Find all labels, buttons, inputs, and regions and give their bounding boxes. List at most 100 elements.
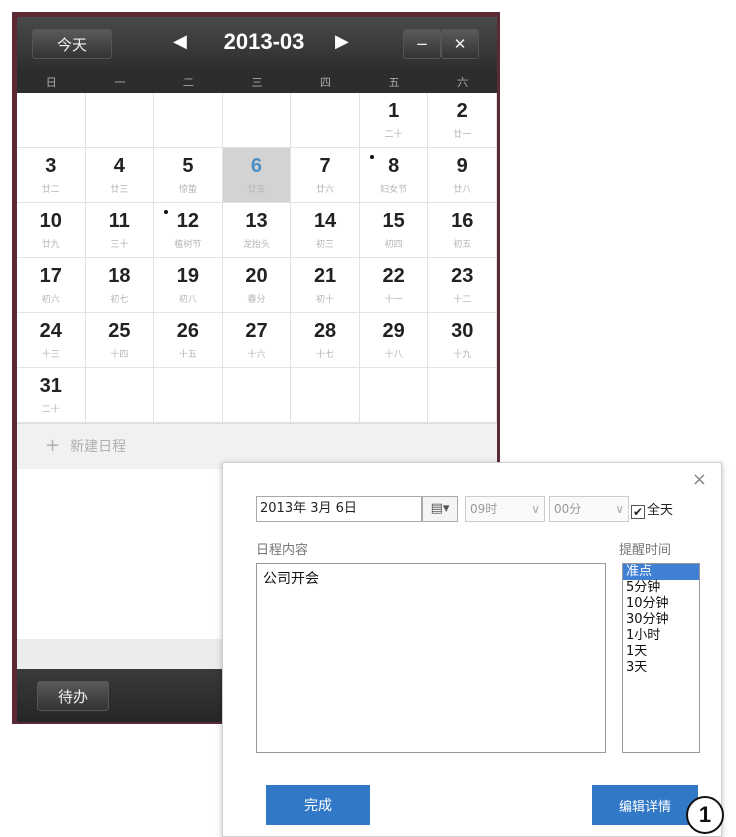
lunar-date: 龙抬头 xyxy=(242,240,270,250)
new-schedule-label: 新建日程 xyxy=(70,439,127,455)
weekday-label: 一 xyxy=(114,76,126,89)
day-cell[interactable]: 20 春分 xyxy=(222,258,292,313)
content-textarea[interactable]: 公司开会 xyxy=(256,563,606,753)
calendar-picker-icon[interactable]: ▤▾ xyxy=(422,496,458,522)
day-cell[interactable]: 6 廿五 xyxy=(222,148,292,203)
day-number: 14 xyxy=(313,210,337,232)
remind-option[interactable]: 3天 xyxy=(623,660,699,676)
day-cell[interactable]: 7 廿六 xyxy=(291,148,360,203)
next-month-icon[interactable]: ▶ xyxy=(335,31,349,52)
chevron-down-icon: ∨ xyxy=(615,502,624,516)
day-number: 23 xyxy=(451,265,474,287)
allday-checkbox[interactable]: ✔ 全天 xyxy=(631,499,673,519)
day-cell[interactable]: 9 廿八 xyxy=(428,148,497,203)
lunar-date: 二十 xyxy=(41,405,60,415)
day-cell[interactable]: 25 十四 xyxy=(85,313,155,368)
day-cell[interactable]: 28 十七 xyxy=(291,313,360,368)
day-cell[interactable]: 31 二十 xyxy=(17,368,86,423)
done-button[interactable]: 完成 xyxy=(266,785,370,825)
day-cell[interactable]: 3 廿二 xyxy=(17,148,86,203)
calendar-grid: 1 二十 2 廿一 3 廿二 4 廿三 5 惊蛰 6 廿五 7 廿六 8 妇女节 9 廿八 10 廿九 11 三十 12 植树… xyxy=(17,93,497,423)
day-cell[interactable]: 4 廿三 xyxy=(85,148,155,203)
day-cell[interactable]: 22 十一 xyxy=(359,258,429,313)
event-dot-icon xyxy=(369,155,374,159)
day-cell[interactable]: 12 植树节 xyxy=(154,203,223,258)
empty-day-cell xyxy=(17,93,86,148)
remind-option[interactable]: 1天 xyxy=(623,644,699,660)
day-cell[interactable]: 15 初四 xyxy=(359,203,429,258)
weekday-label: 日 xyxy=(45,76,57,89)
day-cell[interactable]: 16 初五 xyxy=(428,203,497,258)
remind-option[interactable]: 10分钟 xyxy=(623,596,699,612)
remind-option[interactable]: 30分钟 xyxy=(623,612,699,628)
day-number: 1 xyxy=(388,100,400,122)
empty-day-cell xyxy=(291,368,360,423)
day-cell[interactable]: 1 二十 xyxy=(359,93,429,148)
lunar-date: 十六 xyxy=(247,350,266,360)
edit-details-button[interactable]: 编辑详情 xyxy=(592,785,698,825)
content-label: 日程内容 xyxy=(256,543,309,558)
day-cell[interactable]: 10 廿九 xyxy=(17,203,86,258)
day-cell[interactable]: 23 十二 xyxy=(428,258,497,313)
close-button[interactable]: ✕ xyxy=(441,29,479,59)
chevron-down-icon: ∨ xyxy=(531,502,540,516)
lunar-date: 初五 xyxy=(453,240,472,250)
day-number: 5 xyxy=(182,155,194,177)
today-button[interactable]: 今天 xyxy=(32,29,112,59)
day-cell[interactable]: 11 三十 xyxy=(85,203,155,258)
lunar-date: 廿五 xyxy=(247,185,266,195)
day-cell[interactable]: 26 十五 xyxy=(154,313,223,368)
weekday-label: 三 xyxy=(251,76,263,89)
day-cell[interactable]: 27 十六 xyxy=(222,313,292,368)
empty-day-cell xyxy=(222,93,292,148)
day-number: 18 xyxy=(108,265,131,287)
dialog-close-icon[interactable]: × xyxy=(692,469,707,490)
weekday-label: 二 xyxy=(182,76,194,89)
lunar-date: 初七 xyxy=(110,295,129,305)
hour-select[interactable]: 09时 ∨ xyxy=(465,496,545,522)
empty-day-cell xyxy=(154,368,223,423)
minimize-button[interactable]: − xyxy=(403,29,441,59)
day-number: 19 xyxy=(176,265,200,287)
schedule-dialog: × 2013年 3月 6日 ▤▾ 09时 ∨ 00分 ∨ ✔ 全天 日程内容 提醒… xyxy=(222,462,722,837)
day-cell[interactable]: 18 初七 xyxy=(85,258,155,313)
day-cell[interactable]: 30 十九 xyxy=(428,313,497,368)
day-cell[interactable]: 19 初八 xyxy=(154,258,223,313)
todo-button[interactable]: 待办 xyxy=(37,681,109,711)
day-cell[interactable]: 2 廿一 xyxy=(428,93,497,148)
prev-month-icon[interactable]: ◀ xyxy=(173,31,187,52)
weekday-header: 日 一 二 三 四 五 六 xyxy=(17,73,497,93)
day-cell[interactable]: 13 龙抬头 xyxy=(222,203,292,258)
day-number: 26 xyxy=(176,320,200,342)
day-cell[interactable]: 24 十三 xyxy=(17,313,86,368)
checkbox-checked-icon[interactable]: ✔ xyxy=(631,505,645,519)
remind-option[interactable]: 准点 xyxy=(623,564,699,580)
day-number: 20 xyxy=(245,265,268,287)
remind-listbox[interactable]: 准点 5分钟 10分钟 30分钟 1小时 1天 3天 xyxy=(622,563,700,753)
day-cell[interactable]: 8 妇女节 xyxy=(359,148,429,203)
day-number: 30 xyxy=(451,320,474,342)
day-cell[interactable]: 5 惊蛰 xyxy=(154,148,223,203)
day-number: 24 xyxy=(39,320,62,342)
date-field[interactable]: 2013年 3月 6日 xyxy=(256,496,422,522)
day-cell[interactable]: 21 初十 xyxy=(291,258,360,313)
day-cell[interactable]: 14 初三 xyxy=(291,203,360,258)
lunar-date: 十一 xyxy=(384,295,403,305)
minute-select[interactable]: 00分 ∨ xyxy=(549,496,629,522)
empty-day-cell xyxy=(359,368,429,423)
day-cell[interactable]: 17 初六 xyxy=(17,258,86,313)
lunar-date: 植树节 xyxy=(174,240,202,250)
remind-option[interactable]: 1小时 xyxy=(623,628,699,644)
day-number: 4 xyxy=(113,155,125,177)
minute-value: 00分 xyxy=(554,502,582,516)
lunar-date: 廿六 xyxy=(316,185,335,195)
lunar-date: 廿一 xyxy=(453,130,472,140)
lunar-date: 十四 xyxy=(110,350,129,360)
remind-option[interactable]: 5分钟 xyxy=(623,580,699,596)
lunar-date: 十八 xyxy=(384,350,403,360)
day-number: 16 xyxy=(451,210,474,232)
day-cell[interactable]: 29 十八 xyxy=(359,313,429,368)
lunar-date: 妇女节 xyxy=(380,185,408,195)
day-number: 15 xyxy=(382,210,405,232)
empty-day-cell xyxy=(291,93,360,148)
